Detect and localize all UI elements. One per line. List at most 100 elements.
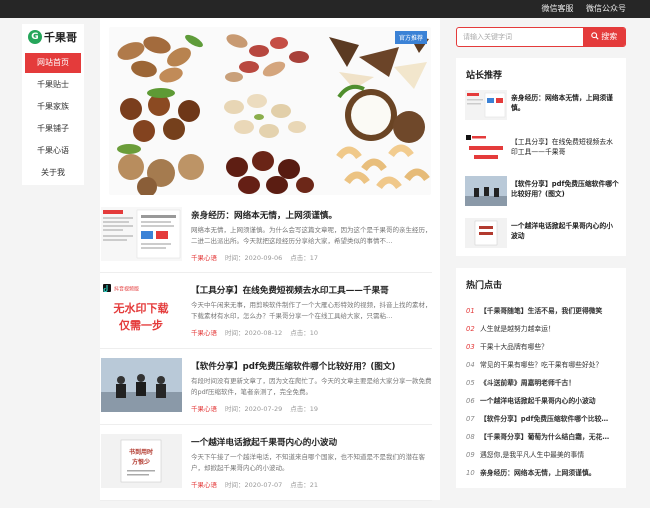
article-thumbnail bbox=[101, 207, 182, 261]
hot-item-title[interactable]: 遇您你,是我平凡人生中最美的事情 bbox=[480, 451, 584, 459]
article-summary: 今天中午闲来无事，用剪映软件制作了一个大雁心形特效的视频，抖音上找的素材，下载素… bbox=[191, 301, 432, 320]
recommend-item-title[interactable]: 一个越洋电话掀起千果哥内心的小波动 bbox=[511, 221, 619, 241]
hot-item[interactable]: 09 遇您你,是我平凡人生中最美的事情 bbox=[466, 449, 618, 461]
time-label: 时间： bbox=[225, 254, 245, 262]
article-clicks: 21 bbox=[309, 481, 319, 489]
article-item[interactable]: 【软件分享】pdf免费压缩软件哪个比较好用？(图文) 有段时间没有更新文章了，因… bbox=[100, 358, 440, 432]
hot-item-title[interactable]: 【软件分享】pdf免费压缩软件哪个比较… bbox=[480, 415, 608, 423]
hot-item-title[interactable]: 【千果哥随笔】生活不易，我们更得微笑 bbox=[480, 307, 602, 315]
clicks-label: 点击： bbox=[290, 254, 310, 262]
recommend-item[interactable]: 【工具分享】在线免费短视频去水印工具——千果哥 bbox=[465, 134, 620, 164]
article-meta: 千果心语 时间：2020-08-12 点击：10 bbox=[191, 327, 318, 337]
hot-item[interactable]: 08 【千果哥分享】葡萄为什么结白霜，无花… bbox=[466, 431, 618, 443]
note-line1: 书到用时 bbox=[129, 448, 153, 456]
article-clicks: 17 bbox=[309, 254, 319, 262]
article-item[interactable]: 亲身经历：网络本无情，上网须谨慎。 网络本无情，上网须谨慎。为什么会写这篇文章呢… bbox=[100, 207, 440, 281]
recommend-thumbnail bbox=[465, 218, 507, 248]
top-links: 微信客服 微信公众号 bbox=[531, 3, 626, 14]
hot-item-title[interactable]: 【千果哥分享】葡萄为什么结白霜，无花… bbox=[480, 433, 609, 441]
hot-item[interactable]: 07 【软件分享】pdf免费压缩软件哪个比较… bbox=[466, 413, 618, 425]
recommend-item[interactable]: 一个越洋电话掀起千果哥内心的小波动 bbox=[465, 218, 620, 248]
logo-text: 千果哥 bbox=[44, 31, 77, 44]
divider bbox=[100, 500, 432, 501]
hot-item[interactable]: 05 《斗送前辈》周嘉明老师千古！ bbox=[466, 377, 618, 389]
hot-rank: 05 bbox=[466, 379, 475, 387]
nav-item-family[interactable]: 千果家族 bbox=[25, 97, 81, 117]
hot-rank: 07 bbox=[466, 415, 475, 423]
article-thumbnail: 书到用时 方恨少 bbox=[101, 434, 182, 488]
hot-item[interactable]: 03 干果十大品牌有哪些？ bbox=[466, 341, 618, 353]
hot-item[interactable]: 02 人生就是越努力越幸运！ bbox=[466, 323, 618, 335]
hot-item[interactable]: 01 【千果哥随笔】生活不易，我们更得微笑 bbox=[466, 305, 618, 317]
hot-item-title[interactable]: 人生就是越努力越幸运！ bbox=[480, 325, 555, 333]
wechat-official-link[interactable]: 微信公众号 bbox=[586, 4, 626, 13]
hot-rank: 08 bbox=[466, 433, 475, 441]
hot-item-title[interactable]: 常见的干果有哪些？吃干果有哪些好处？ bbox=[480, 361, 602, 369]
hot-rank: 03 bbox=[466, 343, 475, 351]
site-logo[interactable]: G 千果哥 bbox=[22, 26, 84, 48]
recommend-item[interactable]: 亲身经历：网络本无情，上网须谨慎。 bbox=[465, 90, 620, 120]
hot-item-title[interactable]: 干果十大品牌有哪些？ bbox=[480, 343, 548, 351]
article-item[interactable]: 书到用时 方恨少 一个越洋电话掀起千果哥内心的小波动 今天下午接了一个越洋电话，… bbox=[100, 434, 440, 508]
divider bbox=[100, 272, 432, 273]
search-button[interactable]: 搜索 bbox=[583, 28, 625, 46]
recommend-thumbnail bbox=[465, 134, 507, 164]
hot-item-title[interactable]: 亲身经历：网络本无情，上网须谨慎。 bbox=[480, 469, 596, 477]
article-date: 2020-09-06 bbox=[244, 254, 283, 262]
recommend-item-title[interactable]: 【软件分享】pdf免费压缩软件哪个比较好用？(图文) bbox=[511, 179, 619, 199]
time-label: 时间： bbox=[225, 329, 245, 337]
article-category[interactable]: 千果心语 bbox=[191, 405, 217, 413]
hot-rank: 04 bbox=[466, 361, 475, 369]
hot-panel: 热门点击 01 【千果哥随笔】生活不易，我们更得微笑 02 人生就是越努力越幸运！ … bbox=[456, 268, 626, 488]
article-category[interactable]: 千果心语 bbox=[191, 329, 217, 337]
time-label: 时间： bbox=[225, 405, 245, 413]
article-clicks: 19 bbox=[309, 405, 319, 413]
nav-item-home[interactable]: 网站首页 bbox=[25, 53, 81, 73]
recommend-item[interactable]: 【软件分享】pdf免费压缩软件哪个比较好用？(图文) bbox=[465, 176, 620, 206]
banner-tag: 官方推荐 bbox=[394, 31, 427, 44]
logo-mark-icon: G bbox=[28, 30, 42, 44]
nav-item-tips[interactable]: 千果贴士 bbox=[25, 75, 81, 95]
hot-item[interactable]: 04 常见的干果有哪些？吃干果有哪些好处？ bbox=[466, 359, 618, 371]
recommend-thumbnail bbox=[465, 176, 507, 206]
article-item[interactable]: 抖音视频版 无水印下载 仅需一步 【工具分享】在线免费短视频去水印工具——千果哥… bbox=[100, 282, 440, 356]
recommend-item-title[interactable]: 亲身经历：网络本无情，上网须谨慎。 bbox=[511, 93, 619, 113]
article-title[interactable]: 【工具分享】在线免费短视频去水印工具——千果哥 bbox=[191, 284, 431, 296]
hot-rank: 09 bbox=[466, 451, 475, 459]
hot-item[interactable]: 10 亲身经历：网络本无情，上网须谨慎。 bbox=[466, 467, 618, 479]
article-thumbnail bbox=[101, 358, 182, 412]
clicks-label: 点击： bbox=[290, 405, 310, 413]
hot-title: 热门点击 bbox=[466, 281, 503, 291]
top-bar: 微信客服 微信公众号 bbox=[0, 0, 650, 18]
hot-item-title[interactable]: 一个越洋电话掀起千果哥内心的小波动 bbox=[480, 397, 596, 405]
article-summary: 今天下午接了一个越洋电话，不知道来自哪个国家，也不知道是不是我们的潜在客户，却掀… bbox=[191, 453, 425, 472]
watermark-subtitle: 仅需一步 bbox=[118, 318, 163, 332]
article-category[interactable]: 千果心语 bbox=[191, 481, 217, 489]
note-line2: 方恨少 bbox=[132, 458, 150, 466]
article-clicks: 10 bbox=[309, 329, 319, 337]
search-input[interactable] bbox=[457, 28, 583, 46]
hot-item[interactable]: 06 一个越洋电话掀起千果哥内心的小波动 bbox=[466, 395, 618, 407]
nav-item-heart[interactable]: 千果心语 bbox=[25, 141, 81, 161]
time-label: 时间： bbox=[225, 481, 245, 489]
recommend-item-title[interactable]: 【工具分享】在线免费短视频去水印工具——千果哥 bbox=[511, 137, 619, 157]
article-title[interactable]: 一个越洋电话掀起千果哥内心的小波动 bbox=[191, 436, 431, 448]
article-summary: 网络本无情，上网须谨慎。为什么会写这篇文章呢，因为这个是千果哥的亲生经历，二进二… bbox=[191, 226, 432, 245]
article-meta: 千果心语 时间：2020-07-29 点击：19 bbox=[191, 403, 318, 413]
article-date: 2020-07-07 bbox=[244, 481, 283, 489]
article-summary: 有段时间没有更新文章了，因为文在爬忙了。今天的文章主要是给大家分享一款免费的pd… bbox=[191, 377, 432, 396]
left-nav: G 千果哥 网站首页 千果贴士 千果家族 千果铺子 千果心语 关于我 bbox=[22, 24, 84, 185]
search-button-label: 搜索 bbox=[601, 32, 618, 41]
article-category[interactable]: 千果心语 bbox=[191, 254, 217, 262]
nav-item-shop[interactable]: 千果铺子 bbox=[25, 119, 81, 139]
wechat-service-link[interactable]: 微信客服 bbox=[541, 4, 573, 13]
recommend-thumbnail bbox=[465, 90, 507, 120]
article-title[interactable]: 【软件分享】pdf免费压缩软件哪个比较好用？(图文) bbox=[191, 360, 431, 372]
article-title[interactable]: 亲身经历：网络本无情，上网须谨慎。 bbox=[191, 209, 431, 221]
hot-item-title[interactable]: 《斗送前辈》周嘉明老师千古！ bbox=[480, 379, 575, 387]
divider bbox=[100, 348, 432, 349]
banner-carousel[interactable]: 官方推荐 bbox=[109, 27, 431, 195]
nav-item-about[interactable]: 关于我 bbox=[25, 163, 81, 183]
nuts-banner-image bbox=[109, 27, 431, 195]
article-meta: 千果心语 时间：2020-09-06 点击：17 bbox=[191, 252, 318, 262]
